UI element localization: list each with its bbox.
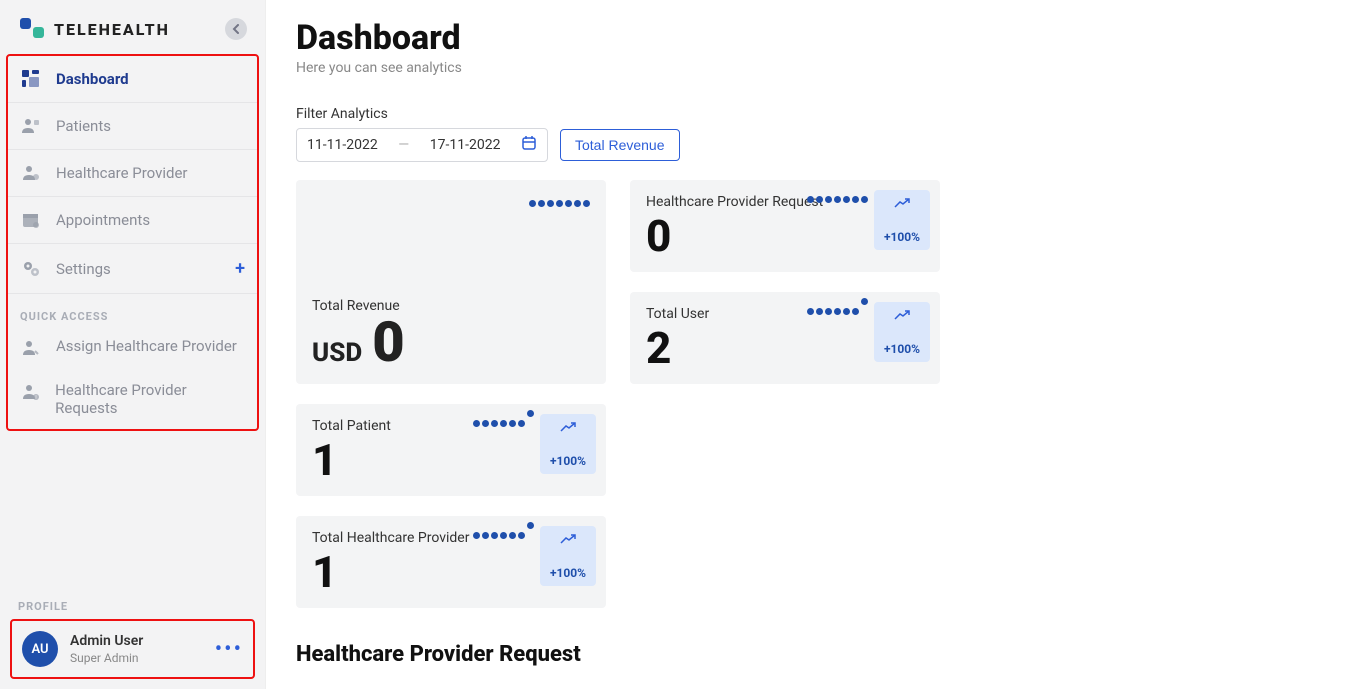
revenue-amount: 0 <box>372 314 404 370</box>
trend-up-icon <box>894 308 910 324</box>
sparkline-icon <box>473 420 534 427</box>
profile-title: PROFILE <box>18 600 255 613</box>
profile-section: PROFILE AU Admin User Super Admin ••• <box>0 600 265 689</box>
date-start: 11-11-2022 <box>307 137 378 153</box>
trend-percent: +100% <box>884 230 920 244</box>
card-hcp-request: Healthcare Provider Request 0 +100% <box>630 180 940 272</box>
profile-card[interactable]: AU Admin User Super Admin ••• <box>10 619 255 679</box>
trend-badge: +100% <box>540 526 596 586</box>
sparkline-icon <box>473 532 534 539</box>
cards-grid: Total Revenue USD 0 Healthcare Provider … <box>296 180 1321 608</box>
avatar: AU <box>22 631 58 667</box>
brand-text: TELEHEALTH <box>54 20 170 39</box>
trend-up-icon <box>894 196 910 212</box>
brand: TELEHEALTH <box>20 18 170 40</box>
section-title-hpr: Healthcare Provider Request <box>296 642 1321 667</box>
gear-icon <box>20 260 42 278</box>
profile-menu-icon[interactable]: ••• <box>215 637 243 662</box>
svg-text:!: ! <box>35 395 36 401</box>
brand-icon <box>20 18 46 40</box>
sidebar: TELEHEALTH Dashboard Patients Healthcare… <box>0 0 266 689</box>
sidebar-header: TELEHEALTH <box>0 0 265 50</box>
page-title: Dashboard <box>296 18 1321 58</box>
nav-item-label: Healthcare Provider <box>56 164 188 182</box>
quick-item-hcp-requests[interactable]: ! Healthcare Provider Requests <box>20 369 245 429</box>
card-total-revenue: Total Revenue USD 0 <box>296 180 606 384</box>
card-total-user: Total User 2 +100% <box>630 292 940 384</box>
quick-item-label: Assign Healthcare Provider <box>56 337 237 355</box>
nav-item-dashboard[interactable]: Dashboard <box>8 56 257 103</box>
profile-name: Admin User <box>70 633 143 649</box>
filter-row: Filter Analytics 11-11-2022 — 17-11-2022… <box>296 106 1321 162</box>
quick-item-label: Healthcare Provider Requests <box>55 381 245 417</box>
trend-badge: +100% <box>540 414 596 474</box>
nav-item-settings[interactable]: Settings + <box>8 244 257 294</box>
date-end: 17-11-2022 <box>430 137 501 153</box>
primary-nav: Dashboard Patients Healthcare Provider A… <box>6 54 259 431</box>
quick-item-assign-hcp[interactable]: Assign Healthcare Provider <box>20 325 245 369</box>
assign-provider-icon <box>20 339 42 357</box>
trend-percent: +100% <box>884 342 920 356</box>
dashboard-icon <box>20 70 42 88</box>
calendar-icon[interactable] <box>521 135 537 155</box>
provider-requests-icon: ! <box>20 383 41 401</box>
sparkline-icon <box>529 200 590 207</box>
nav-item-label: Patients <box>56 117 111 135</box>
main-content: Dashboard Here you can see analytics Fil… <box>266 0 1351 689</box>
nav-item-healthcare-provider[interactable]: Healthcare Provider <box>8 150 257 197</box>
card-total-patient: Total Patient 1 +100% <box>296 404 606 496</box>
page-subtitle: Here you can see analytics <box>296 60 1321 76</box>
nav-item-label: Appointments <box>56 211 150 229</box>
card-total-hcp: Total Healthcare Provider 1 +100% <box>296 516 606 608</box>
quick-access-title: QUICK ACCESS <box>20 310 245 323</box>
trend-badge: +100% <box>874 190 930 250</box>
revenue-currency: USD <box>312 338 362 368</box>
provider-icon <box>20 164 42 182</box>
total-revenue-button[interactable]: Total Revenue <box>560 129 680 161</box>
trend-percent: +100% <box>550 454 586 468</box>
trend-up-icon <box>560 420 576 436</box>
nav-item-label: Settings <box>56 260 111 278</box>
nav-item-label: Dashboard <box>56 70 129 88</box>
card-title: Total Revenue <box>312 298 590 314</box>
profile-role: Super Admin <box>70 651 143 665</box>
quick-access-section: QUICK ACCESS Assign Healthcare Provider … <box>8 294 257 429</box>
trend-percent: +100% <box>550 566 586 580</box>
settings-expand-icon[interactable]: + <box>235 258 245 279</box>
trend-badge: +100% <box>874 302 930 362</box>
patients-icon <box>20 117 42 135</box>
date-range-input[interactable]: 11-11-2022 — 17-11-2022 <box>296 128 548 162</box>
sidebar-collapse-button[interactable] <box>225 18 247 40</box>
calendar-icon <box>20 211 42 229</box>
date-dash: — <box>398 137 409 153</box>
trend-up-icon <box>560 532 576 548</box>
nav-item-appointments[interactable]: Appointments <box>8 197 257 244</box>
filter-controls: 11-11-2022 — 17-11-2022 Total Revenue <box>296 128 1321 162</box>
filter-label: Filter Analytics <box>296 106 1321 122</box>
nav-item-patients[interactable]: Patients <box>8 103 257 150</box>
sparkline-icon <box>807 196 868 203</box>
profile-info: Admin User Super Admin <box>70 633 143 665</box>
sparkline-icon <box>807 308 868 315</box>
